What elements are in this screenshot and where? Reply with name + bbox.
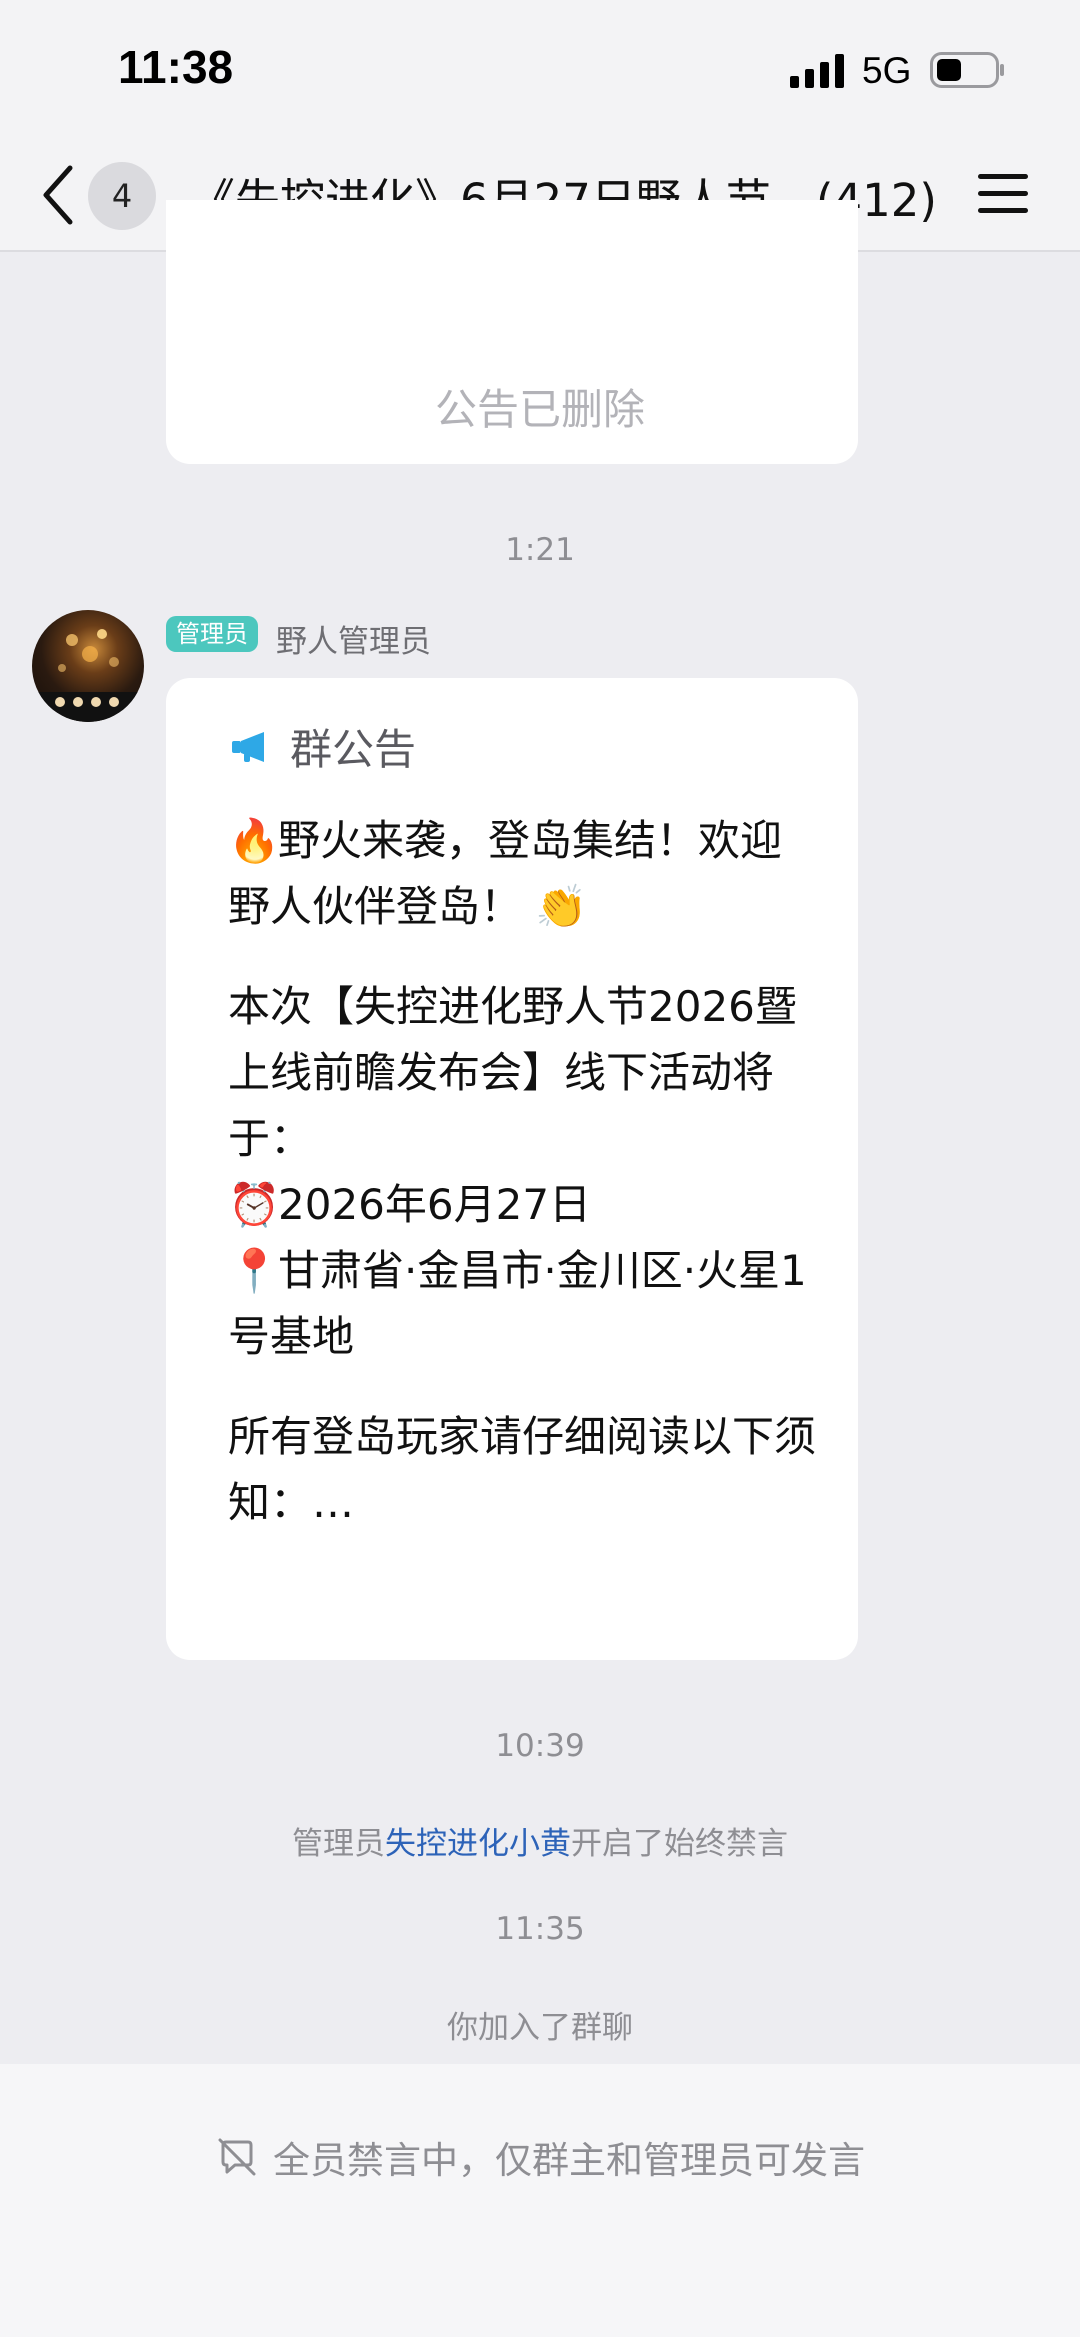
menu-icon[interactable] (976, 170, 1030, 218)
avatar[interactable] (32, 610, 144, 722)
system-message-join: 你加入了群聊 (447, 2010, 633, 2046)
notice-paragraph: 本次【失控进化野人节2026暨上线前瞻发布会】线下活动将于： (228, 982, 797, 1163)
notice-paragraph: 🔥野火来袭，登岛集结！欢迎野人伙伴登岛！ 👏 (228, 808, 818, 940)
system-prefix: 管理员 (292, 1826, 385, 1862)
status-time: 11:38 (118, 41, 234, 93)
notice-body: 🔥野火来袭，登岛集结！欢迎野人伙伴登岛！ 👏 本次【失控进化野人节2026暨上线… (228, 808, 818, 1536)
notice-line: 野火来袭，登岛集结！欢迎野人伙伴登岛！ (228, 816, 783, 931)
notice-title: 群公告 (290, 725, 417, 774)
timestamp: 1:21 (505, 532, 575, 568)
alarm-clock-icon: ⏰ (228, 1180, 281, 1229)
status-bar: 11:38 5G (0, 0, 1080, 140)
notice-date: 2026年6月27日 (278, 1180, 592, 1229)
notice-date-line: ⏰2026年6月27日 (228, 1172, 818, 1238)
avatar-image (32, 629, 144, 722)
timestamp: 11:35 (495, 1911, 585, 1947)
notice-location-line: 📍甘肃省·金昌市·金川区·火星1号基地 (228, 1238, 818, 1370)
megaphone-icon (232, 731, 264, 762)
sender-name[interactable]: 野人管理员 (276, 616, 431, 661)
notice-location: 甘肃省·金昌市·金川区·火星1号基地 (228, 1246, 807, 1361)
notice-header: 群公告 (230, 716, 416, 777)
fire-icon: 🔥 (228, 816, 281, 865)
timestamp: 10:39 (495, 1728, 585, 1764)
unread-count-badge[interactable]: 4 (88, 162, 156, 230)
signal-icon (790, 54, 844, 88)
system-suffix: 开启了始终禁言 (571, 1826, 788, 1862)
pin-icon: 📍 (228, 1246, 281, 1295)
group-notice-bubble[interactable]: 群公告 🔥野火来袭，登岛集结！欢迎野人伙伴登岛！ 👏 本次【失控进化野人节202… (166, 678, 858, 1660)
system-message-mute: 管理员失控进化小黄开启了始终禁言 (0, 1818, 1080, 1863)
input-bar (0, 2064, 1080, 2337)
battery-icon (930, 52, 1004, 88)
mute-notice: 全员禁言中，仅群主和管理员可发言 (0, 2130, 1080, 2184)
admin-role-tag: 管理员 (166, 616, 258, 652)
mute-icon (218, 2138, 256, 2176)
admin-name-link[interactable]: 失控进化小黄 (385, 1826, 571, 1862)
deleted-notice-text: 公告已删除 (434, 385, 645, 434)
network-type: 5G (862, 50, 912, 91)
clap-icon: 👏 (535, 882, 588, 931)
mute-notice-text: 全员禁言中，仅群主和管理员可发言 (273, 2139, 865, 2182)
back-icon[interactable] (38, 162, 78, 228)
notice-paragraph: 所有登岛玩家请仔细阅读以下须知：… (228, 1412, 817, 1527)
